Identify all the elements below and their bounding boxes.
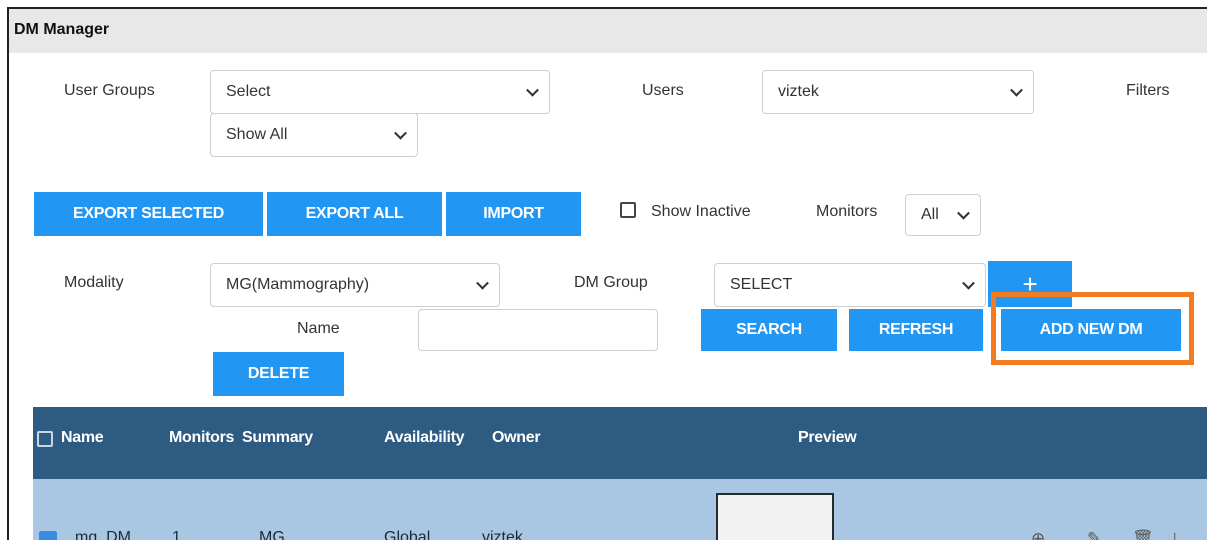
user-groups-select[interactable]: Select — [210, 70, 550, 114]
monitors-select[interactable]: All — [905, 194, 981, 236]
dm-group-value: SELECT — [730, 276, 793, 293]
cell-availability: Global — [384, 529, 431, 540]
dm-group-label: DM Group — [574, 274, 648, 291]
modality-value: MG(Mammography) — [226, 276, 370, 293]
column-availability[interactable]: Availability — [384, 429, 465, 447]
monitors-value: All — [921, 206, 939, 223]
column-owner[interactable]: Owner — [492, 429, 541, 447]
dm-group-select[interactable]: SELECT — [714, 263, 986, 307]
column-preview: Preview — [798, 429, 857, 446]
cell-name: mg_DM — [75, 529, 132, 540]
show-inactive-checkbox[interactable] — [620, 202, 636, 218]
table-header: Name Monitors Summary Availability Owner… — [33, 407, 1207, 479]
trash-icon[interactable]: 🗑 — [1132, 529, 1154, 540]
table-row[interactable]: mg_DM 1 MG Global viztek ⊕ ✎ 🗑 ⤓ — [33, 479, 1207, 540]
delete-button[interactable]: DELETE — [213, 352, 344, 396]
cell-monitors: 1 — [172, 529, 181, 540]
name-input[interactable] — [418, 309, 658, 351]
highlight-box — [991, 292, 1194, 365]
user-groups-value: Select — [226, 83, 271, 100]
select-all-checkbox[interactable] — [37, 431, 53, 447]
chevron-down-icon — [476, 276, 489, 290]
chevron-down-icon — [394, 126, 407, 140]
row-checkbox[interactable] — [39, 531, 57, 540]
users-label: Users — [642, 82, 684, 99]
column-name[interactable]: Name — [61, 429, 104, 447]
monitors-label: Monitors — [816, 203, 878, 220]
name-label: Name — [297, 320, 340, 337]
import-button[interactable]: IMPORT — [446, 192, 581, 236]
show-all-value: Show All — [226, 126, 288, 143]
preview-thumbnail[interactable] — [716, 493, 834, 540]
export-all-button[interactable]: EXPORT ALL — [267, 192, 442, 236]
show-all-select[interactable]: Show All — [210, 113, 418, 157]
column-monitors[interactable]: Monitors — [169, 429, 234, 447]
download-icon[interactable]: ⤓ — [1171, 529, 1179, 540]
search-button[interactable]: SEARCH — [701, 309, 837, 351]
refresh-button[interactable]: REFRESH — [849, 309, 983, 351]
chevron-down-icon — [526, 83, 539, 97]
user-groups-label: User Groups — [64, 82, 155, 99]
export-selected-button[interactable]: EXPORT SELECTED — [34, 192, 263, 236]
dm-manager-window: DM Manager User Groups Select Show All U… — [7, 7, 1207, 540]
modality-select[interactable]: MG(Mammography) — [210, 263, 500, 307]
cell-summary: MG — [259, 529, 285, 540]
show-inactive-label: Show Inactive — [651, 203, 751, 220]
plus-circle-icon[interactable]: ⊕ — [1031, 529, 1045, 540]
chevron-down-icon — [1010, 83, 1023, 97]
modality-label: Modality — [64, 274, 124, 291]
edit-pencil-icon[interactable]: ✎ — [1087, 529, 1101, 540]
users-value: viztek — [778, 83, 819, 100]
users-select[interactable]: viztek — [762, 70, 1034, 114]
filters-label[interactable]: Filters — [1126, 82, 1170, 100]
cell-owner: viztek — [482, 529, 523, 540]
title-bar: DM Manager — [9, 9, 1207, 53]
chevron-down-icon — [962, 276, 975, 290]
page-title: DM Manager — [14, 21, 110, 38]
column-summary[interactable]: Summary — [242, 429, 313, 447]
chevron-down-icon — [957, 206, 970, 220]
